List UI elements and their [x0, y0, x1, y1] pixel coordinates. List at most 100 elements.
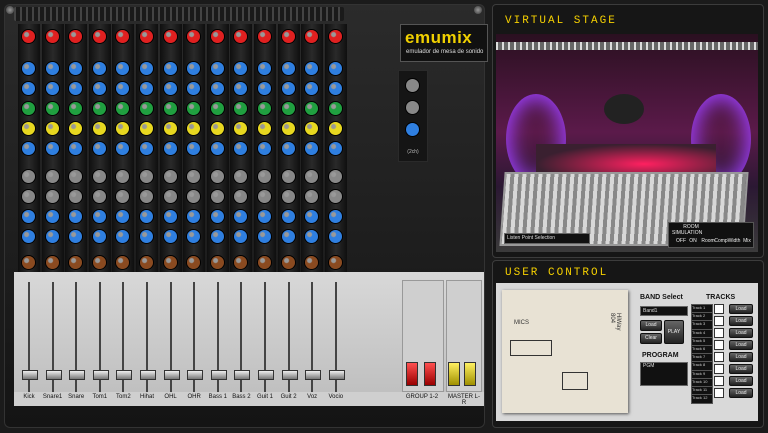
- green-knob[interactable]: [22, 102, 35, 115]
- master-aux-knob[interactable]: [406, 79, 419, 92]
- gray-knob[interactable]: [210, 190, 224, 203]
- blue-knob[interactable]: [22, 230, 35, 243]
- track-checkbox[interactable]: [714, 316, 724, 326]
- green-knob[interactable]: [116, 102, 130, 115]
- green-knob[interactable]: [140, 102, 153, 115]
- green-knob[interactable]: [328, 102, 342, 115]
- green-knob[interactable]: [163, 102, 177, 115]
- track-checkbox[interactable]: [714, 388, 724, 398]
- blue-knob[interactable]: [92, 210, 106, 223]
- gray-knob[interactable]: [258, 190, 271, 203]
- channel-fader[interactable]: [328, 370, 345, 380]
- gray-knob[interactable]: [163, 170, 177, 183]
- track-checkbox[interactable]: [714, 304, 724, 314]
- play-button[interactable]: PLAY: [664, 320, 684, 344]
- blue-knob[interactable]: [328, 82, 342, 95]
- gray-knob[interactable]: [92, 170, 106, 183]
- master-fader-right[interactable]: [464, 362, 476, 386]
- yellow-knob[interactable]: [116, 122, 130, 135]
- band-clear-button[interactable]: Clear: [640, 333, 662, 344]
- blue-knob[interactable]: [281, 62, 295, 75]
- gray-knob[interactable]: [234, 190, 248, 203]
- gray-knob[interactable]: [116, 190, 130, 203]
- track-checkbox[interactable]: [714, 328, 724, 338]
- blue-knob[interactable]: [140, 210, 153, 223]
- gray-knob[interactable]: [116, 170, 130, 183]
- blue-knob[interactable]: [45, 82, 59, 95]
- yellow-knob[interactable]: [163, 122, 177, 135]
- green-knob[interactable]: [45, 102, 59, 115]
- master-aux-knob[interactable]: [406, 123, 419, 136]
- blue-knob[interactable]: [116, 230, 130, 243]
- gray-knob[interactable]: [328, 170, 342, 183]
- brown-knob[interactable]: [22, 256, 35, 269]
- gray-knob[interactable]: [281, 170, 295, 183]
- blue-knob[interactable]: [187, 210, 201, 223]
- yellow-knob[interactable]: [234, 122, 248, 135]
- green-knob[interactable]: [69, 102, 83, 115]
- red-knob[interactable]: [258, 30, 271, 43]
- yellow-knob[interactable]: [22, 122, 35, 135]
- channel-fader[interactable]: [163, 370, 180, 380]
- blue-knob[interactable]: [140, 62, 153, 75]
- blue-knob[interactable]: [258, 142, 271, 155]
- green-knob[interactable]: [187, 102, 201, 115]
- blue-knob[interactable]: [210, 142, 224, 155]
- gray-knob[interactable]: [210, 170, 224, 183]
- blue-knob[interactable]: [92, 142, 106, 155]
- blue-knob[interactable]: [140, 230, 153, 243]
- track-load-button[interactable]: Load: [729, 316, 753, 326]
- red-knob[interactable]: [163, 30, 177, 43]
- mix-control[interactable]: Mix: [736, 238, 758, 244]
- blue-knob[interactable]: [116, 62, 130, 75]
- gray-knob[interactable]: [258, 170, 271, 183]
- red-knob[interactable]: [281, 30, 295, 43]
- gray-knob[interactable]: [328, 190, 342, 203]
- yellow-knob[interactable]: [258, 122, 271, 135]
- blue-knob[interactable]: [140, 142, 153, 155]
- blue-knob[interactable]: [22, 142, 35, 155]
- blue-knob[interactable]: [234, 210, 248, 223]
- blue-knob[interactable]: [22, 210, 35, 223]
- blue-knob[interactable]: [140, 82, 153, 95]
- blue-knob[interactable]: [258, 82, 271, 95]
- blue-knob[interactable]: [328, 62, 342, 75]
- blue-knob[interactable]: [92, 82, 106, 95]
- blue-knob[interactable]: [234, 62, 248, 75]
- blue-knob[interactable]: [45, 142, 59, 155]
- brown-knob[interactable]: [187, 256, 201, 269]
- yellow-knob[interactable]: [92, 122, 106, 135]
- channel-fader[interactable]: [45, 370, 62, 380]
- yellow-knob[interactable]: [305, 122, 319, 135]
- gray-knob[interactable]: [22, 170, 35, 183]
- gray-knob[interactable]: [45, 190, 59, 203]
- yellow-knob[interactable]: [210, 122, 224, 135]
- blue-knob[interactable]: [69, 82, 83, 95]
- brown-knob[interactable]: [140, 256, 153, 269]
- brown-knob[interactable]: [92, 256, 106, 269]
- gray-knob[interactable]: [69, 190, 83, 203]
- gray-knob[interactable]: [69, 170, 83, 183]
- red-knob[interactable]: [328, 30, 342, 43]
- track-checkbox[interactable]: [714, 364, 724, 374]
- channel-fader[interactable]: [305, 370, 322, 380]
- track-checkbox[interactable]: [714, 376, 724, 386]
- blue-knob[interactable]: [305, 210, 319, 223]
- blue-knob[interactable]: [258, 62, 271, 75]
- blue-knob[interactable]: [187, 230, 201, 243]
- brown-knob[interactable]: [305, 256, 319, 269]
- gray-knob[interactable]: [92, 190, 106, 203]
- track-load-button[interactable]: Load: [729, 364, 753, 374]
- brown-knob[interactable]: [258, 256, 271, 269]
- yellow-knob[interactable]: [69, 122, 83, 135]
- brown-knob[interactable]: [210, 256, 224, 269]
- channel-fader[interactable]: [22, 370, 38, 380]
- channel-fader[interactable]: [258, 370, 274, 380]
- blue-knob[interactable]: [163, 62, 177, 75]
- channel-fader[interactable]: [69, 370, 86, 380]
- track-load-button[interactable]: Load: [729, 388, 753, 398]
- blue-knob[interactable]: [305, 62, 319, 75]
- blue-knob[interactable]: [69, 62, 83, 75]
- band-load-button[interactable]: Load: [640, 320, 662, 331]
- blue-knob[interactable]: [116, 82, 130, 95]
